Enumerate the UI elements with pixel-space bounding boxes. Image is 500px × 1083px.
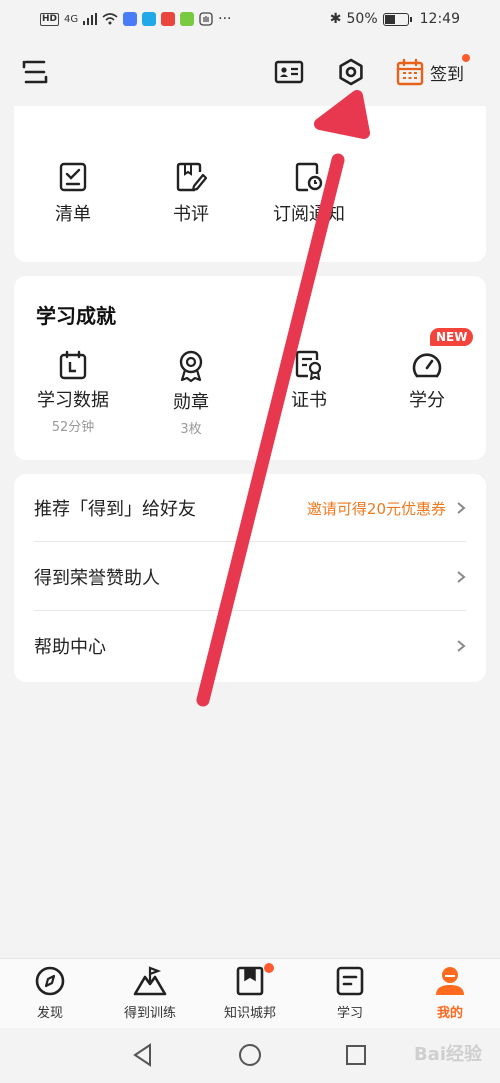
top-header: 签到 <box>0 40 500 106</box>
achievement-sub: 52分钟 <box>51 420 95 435</box>
wifi-icon <box>102 13 118 25</box>
tab-study[interactable]: 学习 <box>300 965 400 1021</box>
tool-label: 书评 <box>173 204 209 225</box>
achievement-label: 证书 <box>291 390 327 411</box>
tab-label: 发现 <box>36 1006 63 1021</box>
plus-app-icon <box>180 12 195 26</box>
menu-icon[interactable] <box>22 58 48 86</box>
hand-icon <box>199 12 213 26</box>
tool-subscription[interactable]: 订阅通知 <box>259 162 359 226</box>
tool-label: 清单 <box>55 204 91 225</box>
home-icon[interactable] <box>237 1042 263 1068</box>
tab-training[interactable]: 得到训练 <box>100 965 200 1021</box>
link-honor-sponsor[interactable]: 得到荣誉赞助人 <box>34 543 466 611</box>
user-icon <box>436 967 464 995</box>
hd-indicator: HD <box>40 12 60 26</box>
bluetooth-icon: ✱ <box>329 11 342 27</box>
battery-percent: 50% <box>346 11 378 27</box>
link-help-center[interactable]: 帮助中心 <box>34 612 466 680</box>
tab-label: 知识城邦 <box>223 1006 276 1021</box>
link-right: 邀请可得20元优惠券 <box>307 498 466 519</box>
signal-icon <box>83 13 98 25</box>
bottom-tab-bar: 发现 得到训练 知识城邦 学习 我的 <box>0 958 500 1028</box>
chevron-right-icon <box>457 640 466 652</box>
link-recommend-friends[interactable]: 推荐「得到」给好友 邀请可得20元优惠券 <box>34 474 466 542</box>
compass-icon <box>35 966 65 996</box>
achievements-card: 学习成就 NEW 学习数据 52分钟 勋章 3枚 证书 学分 <box>14 276 486 460</box>
chevron-right-icon <box>457 571 466 583</box>
hexagon-settings-icon[interactable] <box>336 57 366 87</box>
calendar-checkin-icon <box>396 58 424 86</box>
link-label: 推荐「得到」给好友 <box>34 499 196 520</box>
clock: 12:49 <box>419 11 460 27</box>
network-type: 4G <box>64 13 79 25</box>
chevron-right-icon <box>457 502 466 514</box>
document-icon <box>336 966 364 996</box>
certificate-icon <box>295 350 322 380</box>
status-bar: HD 4G ··· ✱ 50% 12:49 <box>0 0 500 38</box>
link-label: 帮助中心 <box>34 637 106 658</box>
achievement-label: 学分 <box>409 390 445 411</box>
book-review-icon <box>176 162 207 192</box>
more-notifications: ··· <box>218 11 232 27</box>
calendar-icon <box>59 350 87 380</box>
achievement-study-data[interactable]: 学习数据 52分钟 <box>13 350 133 435</box>
knowledge-city-red-dot <box>264 963 274 973</box>
search-app-icon <box>142 12 157 26</box>
tools-card: 清单 书评 订阅通知 <box>14 106 486 262</box>
achievement-medals[interactable]: 勋章 3枚 <box>131 350 251 437</box>
tool-checklist[interactable]: 清单 <box>23 162 123 226</box>
achievement-label: 勋章 <box>173 392 209 413</box>
music-app-icon <box>123 12 138 26</box>
checkin-red-dot <box>462 54 470 62</box>
achievement-certificates[interactable]: 证书 <box>249 350 369 412</box>
mountain-flag-icon <box>133 966 167 996</box>
invite-coupon-text: 邀请可得20元优惠券 <box>306 499 446 518</box>
gauge-icon <box>412 353 442 378</box>
links-card: 推荐「得到」给好友 邀请可得20元优惠券 得到荣誉赞助人 帮助中心 <box>14 474 486 682</box>
new-badge: NEW <box>430 328 474 346</box>
tab-mine[interactable]: 我的 <box>400 965 500 1021</box>
recents-icon[interactable] <box>343 1042 369 1068</box>
battery-fill <box>384 14 395 24</box>
medal-icon <box>179 350 203 382</box>
tab-knowledge-city[interactable]: 知识城邦 <box>200 963 300 1021</box>
subscription-icon <box>295 162 323 192</box>
id-card-icon[interactable] <box>274 60 304 84</box>
bookmark-book-icon <box>236 966 264 996</box>
tool-book-review[interactable]: 书评 <box>141 162 241 226</box>
tab-discover[interactable]: 发现 <box>0 965 100 1021</box>
tool-label: 订阅通知 <box>273 204 345 225</box>
checkin-label: 签到 <box>430 64 464 85</box>
red-app-icon <box>161 12 176 26</box>
link-label: 得到荣誉赞助人 <box>34 568 160 589</box>
checklist-icon <box>59 162 87 192</box>
status-right: ✱ 50% 12:49 <box>330 11 460 27</box>
achievement-sub: 3枚 <box>180 422 202 437</box>
tab-label: 得到训练 <box>123 1006 176 1021</box>
achievements-title: 学习成就 <box>36 304 116 328</box>
tab-label: 学习 <box>336 1006 363 1021</box>
achievement-credits[interactable]: 学分 <box>367 350 487 412</box>
tab-label: 我的 <box>436 1006 463 1021</box>
checkin-button[interactable]: 签到 <box>396 54 470 88</box>
system-navigation-bar: Bai经验 <box>0 1028 500 1083</box>
watermark: Bai经验 <box>413 1044 482 1065</box>
battery-icon <box>382 12 412 26</box>
status-left: HD 4G ··· <box>40 11 232 27</box>
back-icon[interactable] <box>130 1042 156 1068</box>
achievement-label: 学习数据 <box>37 390 109 411</box>
